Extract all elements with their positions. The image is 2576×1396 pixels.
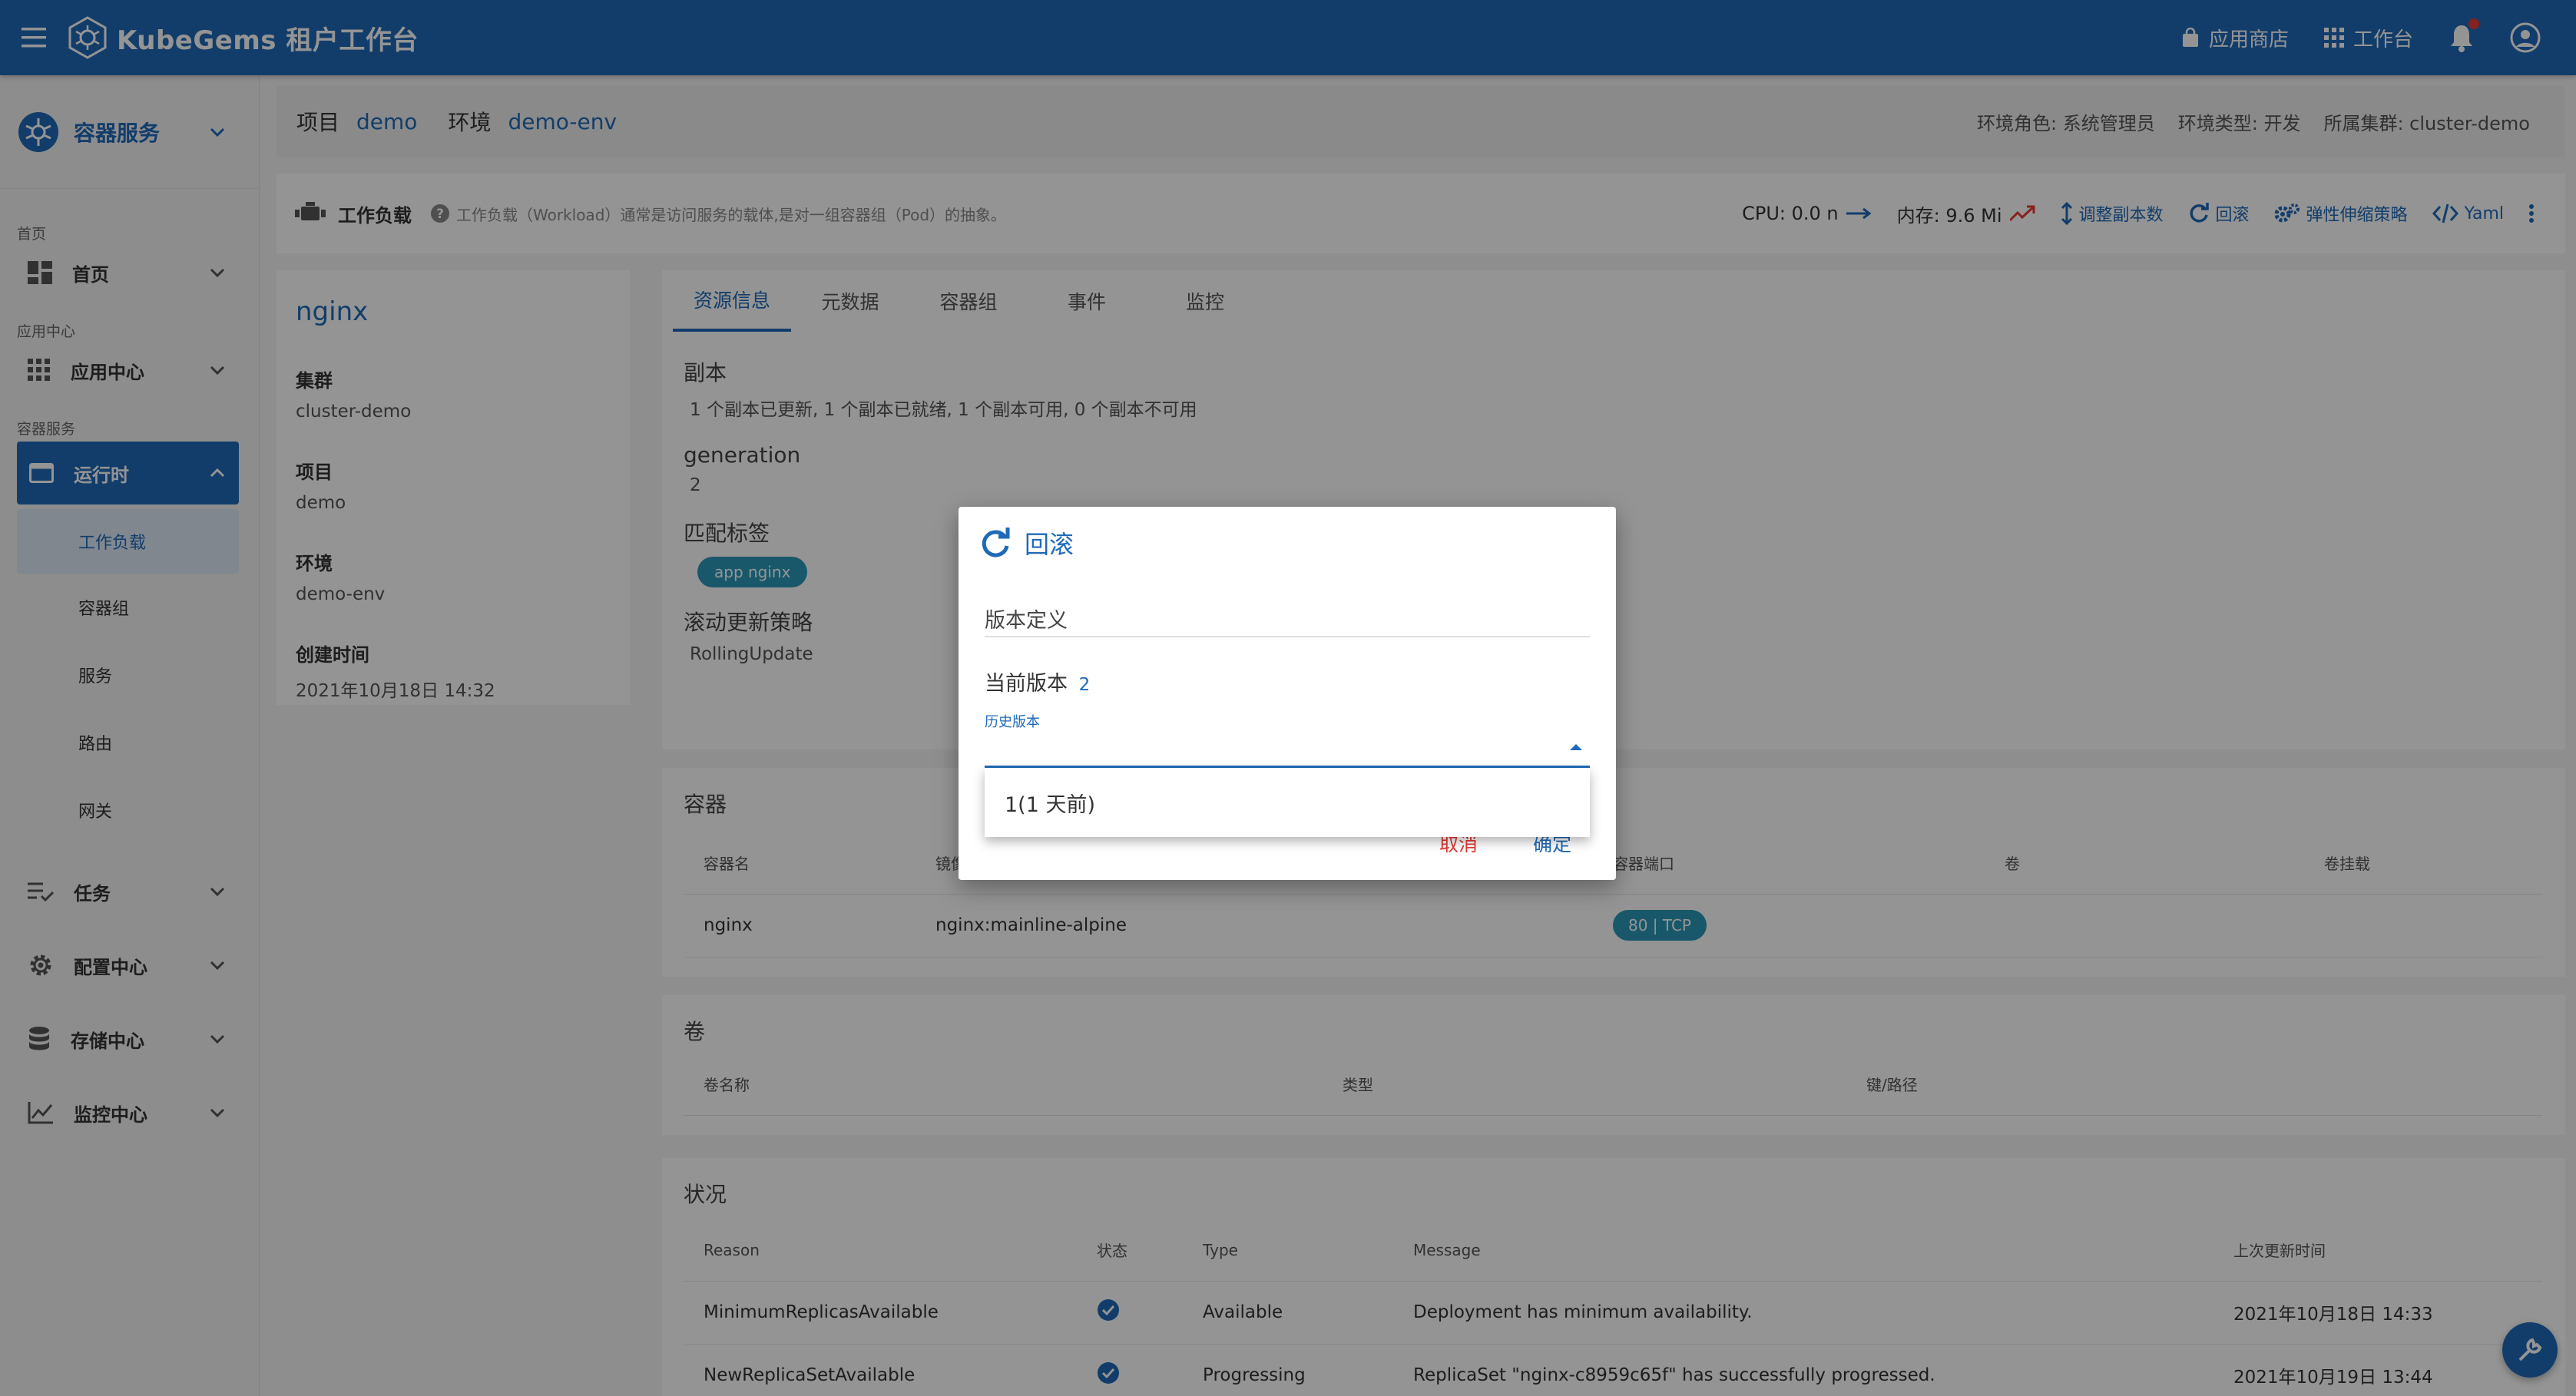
history-version-option[interactable]: 1(1 天前) [985, 768, 1590, 837]
current-version-value: 2 [1078, 675, 1091, 695]
refresh-icon [982, 528, 1010, 557]
divider [985, 636, 1590, 637]
history-version-label: 历史版本 [985, 714, 1040, 730]
current-version-label: 当前版本 [985, 672, 1068, 696]
caret-up-icon[interactable] [1568, 742, 1584, 751]
dialog-title: 回滚 [1025, 530, 1074, 559]
dialog-header: 回滚 [959, 507, 1616, 561]
version-definition-label: 版本定义 [985, 609, 1068, 633]
current-version: 当前版本 2 [985, 667, 1090, 696]
